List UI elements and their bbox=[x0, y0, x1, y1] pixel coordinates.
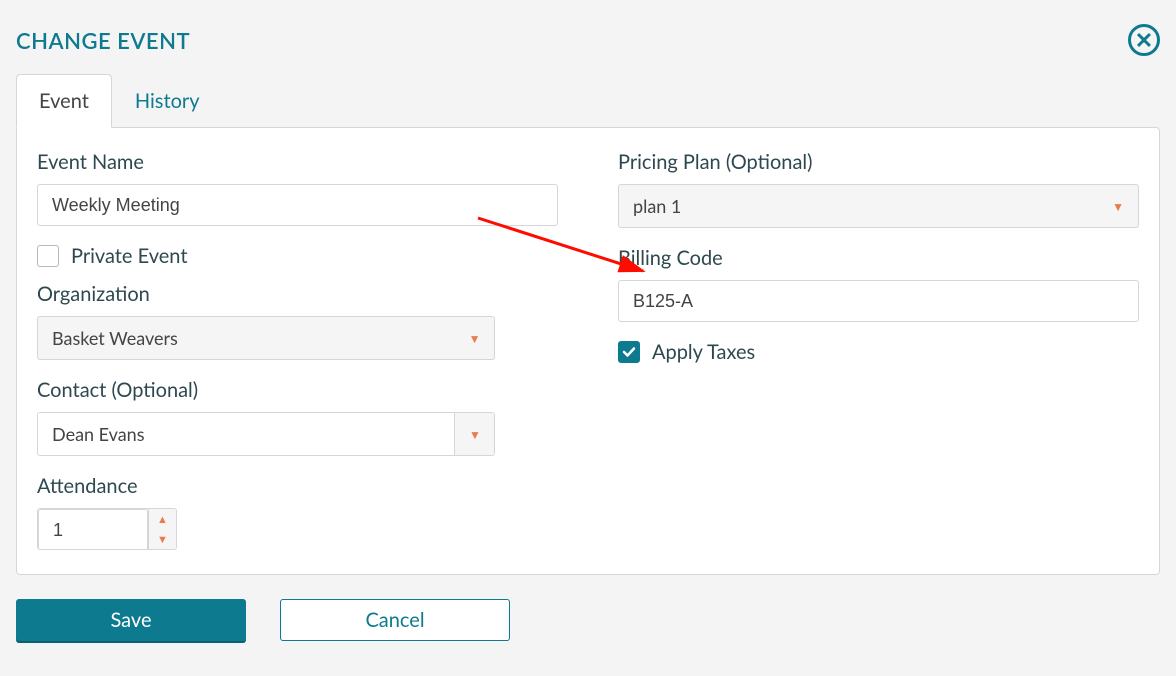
event-name-label: Event Name bbox=[37, 150, 558, 174]
pricing-plan-label: Pricing Plan (Optional) bbox=[618, 150, 1139, 174]
left-column: Event Name Private Event Organization Ba… bbox=[37, 150, 558, 550]
private-event-checkbox[interactable] bbox=[37, 245, 59, 267]
pricing-plan-value: plan 1 bbox=[633, 195, 681, 217]
modal-title: CHANGE EVENT bbox=[16, 27, 190, 54]
contact-select[interactable]: Dean Evans ▼ bbox=[37, 412, 495, 456]
contact-value: Dean Evans bbox=[38, 413, 454, 455]
pricing-plan-select[interactable]: plan 1 ▼ bbox=[618, 184, 1139, 228]
attendance-step-up[interactable]: ▲ bbox=[149, 509, 176, 529]
close-icon: ✕ bbox=[1135, 29, 1153, 51]
contact-label: Contact (Optional) bbox=[37, 378, 558, 402]
organization-value: Basket Weavers bbox=[52, 327, 178, 349]
chevron-down-icon: ▼ bbox=[469, 331, 481, 346]
tab-history[interactable]: History bbox=[112, 74, 223, 128]
right-column: Pricing Plan (Optional) plan 1 ▼ Billing… bbox=[618, 150, 1139, 550]
apply-taxes-checkbox[interactable] bbox=[618, 341, 640, 363]
tab-event[interactable]: Event bbox=[16, 74, 112, 128]
attendance-step-down[interactable]: ▼ bbox=[149, 529, 176, 549]
attendance-input[interactable] bbox=[38, 509, 148, 550]
chevron-down-icon: ▼ bbox=[157, 533, 168, 546]
chevron-down-icon: ▼ bbox=[469, 427, 481, 442]
organization-select[interactable]: Basket Weavers ▼ bbox=[37, 316, 495, 360]
apply-taxes-label: Apply Taxes bbox=[652, 340, 755, 364]
organization-label: Organization bbox=[37, 282, 558, 306]
private-event-label: Private Event bbox=[71, 244, 188, 268]
chevron-down-icon: ▼ bbox=[1112, 199, 1124, 214]
billing-code-input[interactable] bbox=[618, 280, 1139, 322]
save-button[interactable]: Save bbox=[16, 599, 246, 641]
check-icon bbox=[622, 345, 636, 359]
event-name-input[interactable] bbox=[37, 184, 558, 226]
cancel-button[interactable]: Cancel bbox=[280, 599, 510, 641]
close-button[interactable]: ✕ bbox=[1128, 24, 1160, 56]
tab-bar: Event History bbox=[16, 74, 1160, 128]
chevron-up-icon: ▲ bbox=[157, 513, 168, 526]
attendance-label: Attendance bbox=[37, 474, 558, 498]
event-panel: Event Name Private Event Organization Ba… bbox=[16, 127, 1160, 575]
billing-code-label: Billing Code bbox=[618, 246, 1139, 270]
